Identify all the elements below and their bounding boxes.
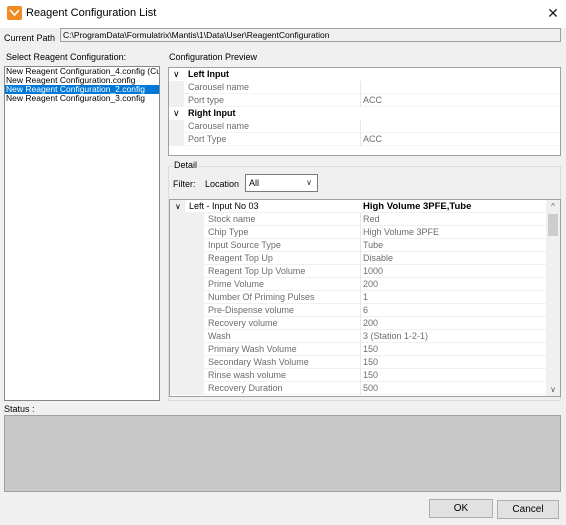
- list-item[interactable]: New Reagent Configuration_4.config (Cu: [5, 67, 159, 76]
- property-value: Tube: [363, 240, 384, 250]
- property-row[interactable]: Prime Volume 200: [170, 278, 548, 291]
- config-preview-label: Configuration Preview: [169, 52, 258, 62]
- property-value: High Volume 3PFE: [363, 227, 440, 237]
- property-value: ACC: [363, 95, 383, 105]
- chevron-down-icon[interactable]: ∨: [173, 68, 180, 81]
- property-row[interactable]: Port Type ACC: [169, 133, 560, 146]
- property-value: 500: [363, 383, 379, 393]
- close-icon[interactable]: ✕: [540, 2, 566, 26]
- property-value: 150: [363, 357, 379, 367]
- current-path-label: Current Path: [4, 33, 56, 43]
- property-name: Primary Wash Volume: [208, 344, 297, 354]
- property-row[interactable]: Reagent Top Up Volume 1000: [170, 265, 548, 278]
- window-title: Reagent Configuration List: [26, 7, 157, 19]
- property-value: 1: [363, 292, 369, 302]
- config-preview-grid: ∨ Left Input Carousel name Port type ACC…: [168, 67, 561, 156]
- list-item-selected[interactable]: New Reagent Configuration_2.config: [5, 85, 159, 94]
- property-value: 200: [363, 279, 379, 289]
- scroll-down-icon[interactable]: ∨: [546, 383, 560, 396]
- status-box: [4, 415, 561, 492]
- scroll-up-icon[interactable]: ^: [546, 200, 560, 213]
- vertical-scrollbar[interactable]: ^ ∨: [546, 200, 560, 396]
- property-row[interactable]: Primary Wash Volume 150: [170, 343, 548, 356]
- property-value: 150: [363, 370, 379, 380]
- property-value: 200: [363, 318, 379, 328]
- property-name: Chip Type: [208, 227, 249, 237]
- property-name: Port type: [188, 95, 225, 105]
- property-row[interactable]: Input Source Type Tube: [170, 239, 548, 252]
- ok-button[interactable]: OK: [429, 499, 493, 518]
- property-value: 3 (Station 1-2-1): [363, 331, 429, 341]
- property-name: Recovery volume: [208, 318, 278, 328]
- list-item[interactable]: New Reagent Configuration_3.config: [5, 94, 159, 103]
- property-name: Wash: [208, 331, 231, 341]
- property-value: Red: [363, 214, 380, 224]
- status-label: Status :: [4, 404, 35, 414]
- scroll-thumb[interactable]: [548, 214, 558, 236]
- list-item[interactable]: New Reagent Configuration.config: [5, 76, 159, 85]
- detail-label: Detail: [172, 160, 200, 170]
- current-path-field[interactable]: C:\ProgramData\Formulatrix\Mantis\1\Data…: [60, 28, 561, 42]
- location-label: Location: [205, 179, 240, 189]
- property-name: Reagent Top Up Volume: [208, 266, 306, 276]
- property-row[interactable]: Stock name Red: [170, 213, 548, 226]
- property-row[interactable]: Carousel name: [169, 81, 560, 94]
- location-value: All: [249, 178, 260, 188]
- category-left-input[interactable]: ∨ Left Input: [169, 68, 560, 81]
- property-row[interactable]: Reagent Top Up Disable: [170, 252, 548, 265]
- property-row[interactable]: Carousel name: [169, 120, 560, 133]
- property-name: Carousel name: [188, 121, 250, 131]
- property-row[interactable]: Chip Type High Volume 3PFE: [170, 226, 548, 239]
- property-value: 150: [363, 344, 379, 354]
- property-row[interactable]: Recovery Duration 500: [170, 382, 548, 395]
- cancel-button[interactable]: Cancel: [497, 500, 559, 519]
- property-name: Port Type: [188, 134, 227, 144]
- select-config-label: Select Reagent Configuration:: [6, 52, 127, 62]
- property-name: Rinse wash volume: [208, 370, 287, 380]
- property-value: Disable: [363, 253, 394, 263]
- property-value: 6: [363, 305, 369, 315]
- property-row[interactable]: Pre-Dispense volume 6: [170, 304, 548, 317]
- property-value: ACC: [363, 134, 383, 144]
- property-name: Prime Volume: [208, 279, 265, 289]
- category-label: Left Input: [188, 69, 229, 79]
- property-name: Stock name: [208, 214, 256, 224]
- chevron-down-icon[interactable]: ∨: [173, 107, 180, 120]
- property-row[interactable]: Recovery volume 200: [170, 317, 548, 330]
- property-name: Pre-Dispense volume: [208, 305, 295, 315]
- property-name: Recovery Duration: [208, 383, 283, 393]
- property-name: Secondary Wash Volume: [208, 357, 309, 367]
- property-row[interactable]: Rinse wash volume 150: [170, 369, 548, 382]
- app-icon: [7, 6, 22, 20]
- group-header-row[interactable]: ∨ Left - Input No 03 High Volume 3PFE,Tu…: [170, 200, 548, 213]
- category-right-input[interactable]: ∨ Right Input: [169, 107, 560, 120]
- property-row[interactable]: Number Of Priming Pulses 1: [170, 291, 548, 304]
- property-value: 1000: [363, 266, 384, 276]
- detail-property-grid[interactable]: ∨ Left - Input No 03 High Volume 3PFE,Tu…: [169, 199, 561, 397]
- property-row[interactable]: Wash 3 (Station 1-2-1): [170, 330, 548, 343]
- chevron-down-icon: ∨: [306, 178, 312, 187]
- property-row[interactable]: Port type ACC: [169, 94, 560, 107]
- property-name: Reagent Top Up: [208, 253, 273, 263]
- chevron-down-icon[interactable]: ∨: [175, 200, 181, 213]
- group-header-value: High Volume 3PFE,Tube: [363, 201, 472, 212]
- property-name: Input Source Type: [208, 240, 281, 250]
- group-header-name: Left - Input No 03: [189, 201, 259, 211]
- property-row[interactable]: Secondary Wash Volume 150: [170, 356, 548, 369]
- filter-label: Filter:: [173, 179, 196, 189]
- property-name: Carousel name: [188, 82, 250, 92]
- category-label: Right Input: [188, 108, 236, 118]
- property-name: Number Of Priming Pulses: [208, 292, 315, 302]
- config-list[interactable]: New Reagent Configuration_4.config (Cu N…: [4, 66, 160, 401]
- location-dropdown[interactable]: All ∨: [245, 174, 318, 192]
